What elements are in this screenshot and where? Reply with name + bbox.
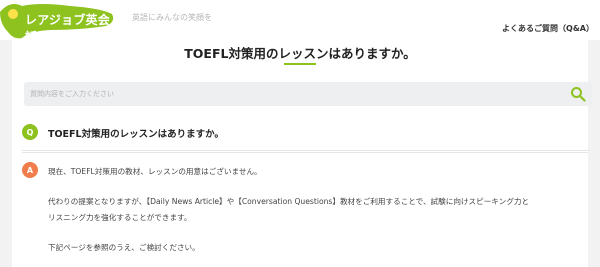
faq-card: TOEFL対策用のレッスンはありますか。 bbox=[12, 40, 592, 267]
search-input[interactable] bbox=[30, 82, 550, 106]
answer-line: リスニング力を強化することができます。 bbox=[48, 213, 192, 222]
brand-logo[interactable]: レアジョブ英会話 bbox=[0, 0, 120, 44]
header-tagline: 英語にみんなの笑顔を bbox=[132, 13, 212, 22]
top-header: レアジョブ英会話 英語にみんなの笑顔を よくあるご質問（Q&A） bbox=[0, 0, 600, 44]
title-underline bbox=[284, 63, 316, 65]
page-title: TOEFL対策用のレッスンはありますか。 bbox=[184, 46, 416, 61]
faq-link[interactable]: よくあるご質問（Q&A） bbox=[502, 23, 594, 34]
answer-line: 現在、TOEFL対策用の教材、レッスンの用意はございません。 bbox=[48, 167, 262, 176]
divider bbox=[22, 152, 588, 153]
search-bar bbox=[24, 82, 592, 106]
question-text: TOEFL対策用のレッスンはありますか。 bbox=[48, 129, 224, 140]
answer-line: 代わりの提案となりますが、【Daily News Article】や【Conve… bbox=[48, 197, 530, 206]
divider bbox=[22, 150, 590, 151]
answer-badge: A bbox=[22, 162, 38, 178]
question-badge: Q bbox=[22, 124, 38, 140]
answer-line: 下記ページを参照のうえ、ご検討ください。 bbox=[48, 243, 200, 252]
search-icon[interactable] bbox=[570, 86, 586, 102]
